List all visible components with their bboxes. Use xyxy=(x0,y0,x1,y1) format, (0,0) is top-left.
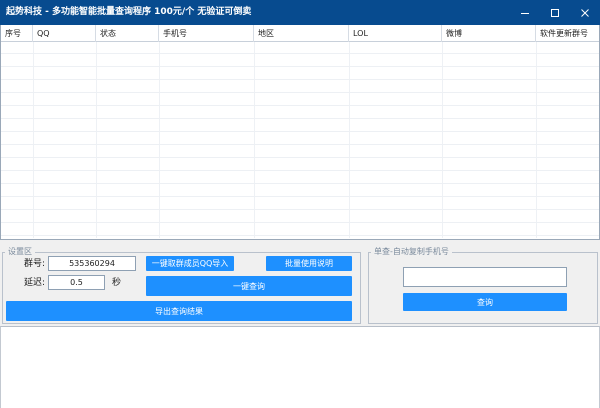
table-row xyxy=(1,133,599,145)
single-query-input[interactable] xyxy=(403,267,567,287)
table-row xyxy=(1,120,599,132)
export-results-button[interactable]: 导出查询结果 xyxy=(6,301,352,321)
results-grid[interactable]: 序号 QQ 状态 手机号 地区 LOL 微博 软件更新群号 xyxy=(0,25,600,240)
table-row xyxy=(1,81,599,93)
window-title: 起势科技 - 多功能智能批量查询程序 100元/个 无验证可倒卖 xyxy=(6,7,252,17)
title-bar: 起势科技 - 多功能智能批量查询程序 100元/个 无验证可倒卖 xyxy=(0,0,600,25)
group-number-label: 群号: xyxy=(24,259,46,269)
maximize-icon xyxy=(551,9,559,17)
col-header-status[interactable]: 状态 xyxy=(96,25,159,42)
table-row xyxy=(1,185,599,197)
table-row xyxy=(1,159,599,171)
col-header-lol[interactable]: LOL xyxy=(349,25,442,42)
delay-unit-label: 秒 xyxy=(112,278,122,288)
close-icon xyxy=(581,9,589,17)
settings-legend: 设置区 xyxy=(5,247,35,257)
table-row xyxy=(1,211,599,223)
table-row xyxy=(1,68,599,80)
col-header-qq[interactable]: QQ xyxy=(33,25,96,42)
table-row xyxy=(1,94,599,106)
grid-header: 序号 QQ 状态 手机号 地区 LOL 微博 软件更新群号 xyxy=(1,25,599,42)
col-header-phone[interactable]: 手机号 xyxy=(159,25,254,42)
col-header-update-group[interactable]: 软件更新群号 xyxy=(536,25,599,42)
col-header-index[interactable]: 序号 xyxy=(1,25,33,42)
log-output-area[interactable] xyxy=(0,326,600,408)
import-group-members-button[interactable]: 一键取群成员QQ导入 xyxy=(146,256,234,271)
minimize-button[interactable] xyxy=(510,0,540,25)
single-query-button[interactable]: 查询 xyxy=(403,293,567,311)
table-row xyxy=(1,55,599,67)
delay-input[interactable] xyxy=(48,275,105,290)
batch-help-button[interactable]: 批量使用说明 xyxy=(266,256,352,271)
table-row xyxy=(1,107,599,119)
group-number-input[interactable] xyxy=(48,256,136,271)
query-all-button[interactable]: 一键查询 xyxy=(146,276,352,296)
minimize-icon xyxy=(521,13,529,14)
table-row xyxy=(1,42,599,54)
single-query-legend: 单查-自动复制手机号 xyxy=(371,247,452,257)
table-row xyxy=(1,224,599,236)
grid-body xyxy=(1,42,599,238)
table-row xyxy=(1,198,599,210)
maximize-button[interactable] xyxy=(540,0,570,25)
table-row xyxy=(1,172,599,184)
close-button[interactable] xyxy=(570,0,600,25)
col-header-region[interactable]: 地区 xyxy=(254,25,349,42)
single-query-group xyxy=(368,252,598,324)
table-row xyxy=(1,146,599,158)
delay-label: 延迟: xyxy=(24,278,46,288)
col-header-weibo[interactable]: 微博 xyxy=(442,25,536,42)
